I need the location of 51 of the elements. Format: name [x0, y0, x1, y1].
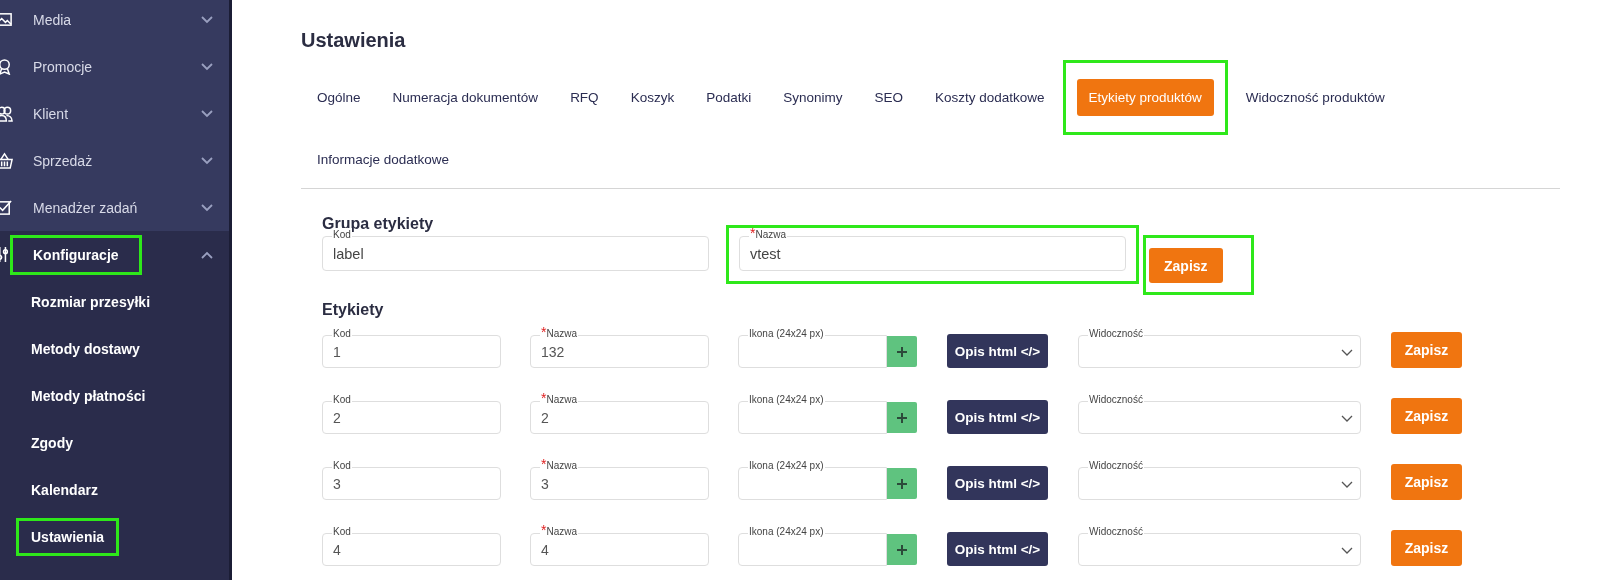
- award-icon: [0, 58, 13, 75]
- html-description-button[interactable]: Opis html </>: [947, 400, 1048, 434]
- chevron-icon[interactable]: [201, 16, 213, 24]
- add-button[interactable]: [887, 402, 917, 433]
- sidebar-item[interactable]: Promocje: [33, 58, 93, 75]
- chevron-icon: [1341, 481, 1353, 489]
- chevron-icon: [1341, 547, 1353, 555]
- chevron-icon[interactable]: [201, 110, 213, 118]
- sidebar-item[interactable]: Menadżer zadań: [33, 199, 138, 216]
- tab[interactable]: Informacje dodatkowe: [312, 144, 455, 175]
- plus-icon: [897, 346, 907, 357]
- html-description-button[interactable]: Opis html </>: [947, 334, 1048, 368]
- sidebar-item[interactable]: Media: [33, 11, 72, 28]
- tab[interactable]: SEO: [869, 82, 908, 113]
- html-description-button[interactable]: Opis html </>: [947, 466, 1048, 500]
- plus-icon: [897, 478, 907, 489]
- image-icon: [0, 11, 13, 28]
- add-button[interactable]: [887, 534, 917, 565]
- page-title: Ustawienia: [301, 29, 407, 52]
- chevron-icon[interactable]: [201, 251, 213, 259]
- chevron-icon[interactable]: [201, 204, 213, 212]
- tab[interactable]: Ogólne: [312, 82, 366, 113]
- basket-icon: [0, 152, 13, 169]
- checkbox-icon: [0, 199, 13, 216]
- chevron-icon: [1341, 349, 1353, 357]
- add-button[interactable]: [887, 336, 917, 367]
- sidebar-subitem[interactable]: Kalendarz: [31, 481, 98, 498]
- users-icon: [0, 105, 13, 122]
- tab[interactable]: Widoczność produktów: [1240, 82, 1390, 113]
- add-button[interactable]: [887, 468, 917, 499]
- sidebar-item[interactable]: Konfiguracje: [33, 246, 119, 263]
- chevron-icon[interactable]: [201, 157, 213, 165]
- sidebar-item[interactable]: Klient: [33, 105, 69, 122]
- sidebar-subitem[interactable]: Metody dostawy: [31, 340, 140, 357]
- tab[interactable]: RFQ: [565, 82, 604, 113]
- chevron-icon: [1341, 415, 1353, 423]
- tab[interactable]: Synonimy: [778, 82, 848, 113]
- sidebar-subitem[interactable]: Ustawienia: [31, 528, 105, 545]
- html-description-button[interactable]: Opis html </>: [947, 532, 1048, 566]
- plus-icon: [897, 544, 907, 555]
- chevron-icon[interactable]: [201, 63, 213, 71]
- sidebar-subitem[interactable]: Rozmiar przesyłki: [31, 293, 151, 310]
- sidebar-subitem[interactable]: Metody płatności: [31, 387, 146, 404]
- tab[interactable]: Numeracja dokumentów: [387, 82, 544, 113]
- plus-icon: [897, 412, 907, 423]
- sidebar-item[interactable]: Sprzedaż: [33, 152, 93, 169]
- tab[interactable]: Koszyk: [625, 82, 680, 113]
- section-heading: Etykiety: [322, 301, 384, 319]
- sidebar-subitem[interactable]: Zgody: [31, 434, 73, 451]
- tab[interactable]: Koszty dodatkowe: [929, 82, 1050, 113]
- tab[interactable]: Podatki: [701, 82, 757, 113]
